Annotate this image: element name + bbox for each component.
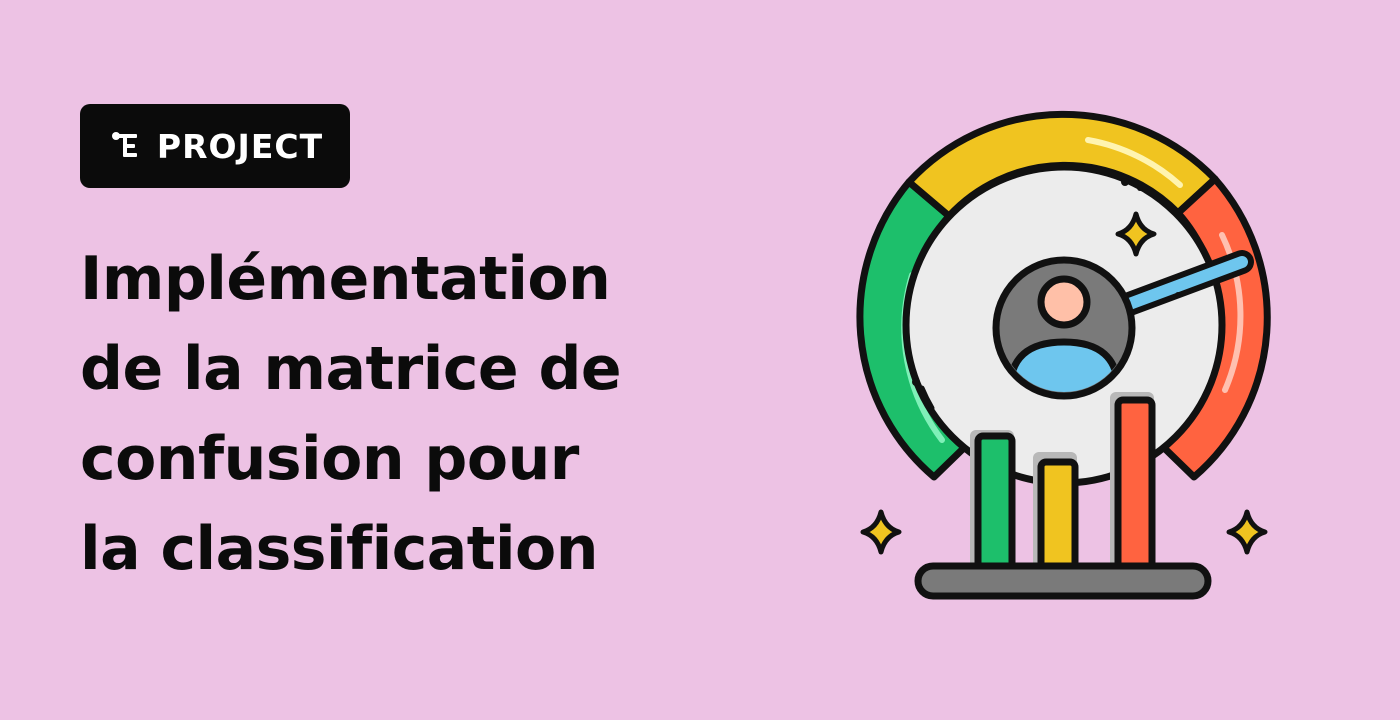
flowchart-icon bbox=[111, 132, 137, 157]
project-badge: PROJECT bbox=[80, 104, 350, 188]
title-line-2: de la matrice de bbox=[80, 334, 622, 404]
page-title: Implémentation de la matrice de confusio… bbox=[80, 234, 720, 594]
sparkle-icon bbox=[1226, 509, 1268, 555]
sparkle-icon bbox=[860, 509, 902, 555]
chart-base bbox=[914, 562, 1212, 600]
performance-gauge-icon bbox=[856, 110, 1271, 600]
title-line-3: confusion pour bbox=[80, 424, 579, 494]
title-line-1: Implémentation bbox=[80, 244, 611, 314]
badge-label: PROJECT bbox=[156, 126, 324, 166]
title-line-4: la classification bbox=[80, 514, 598, 584]
